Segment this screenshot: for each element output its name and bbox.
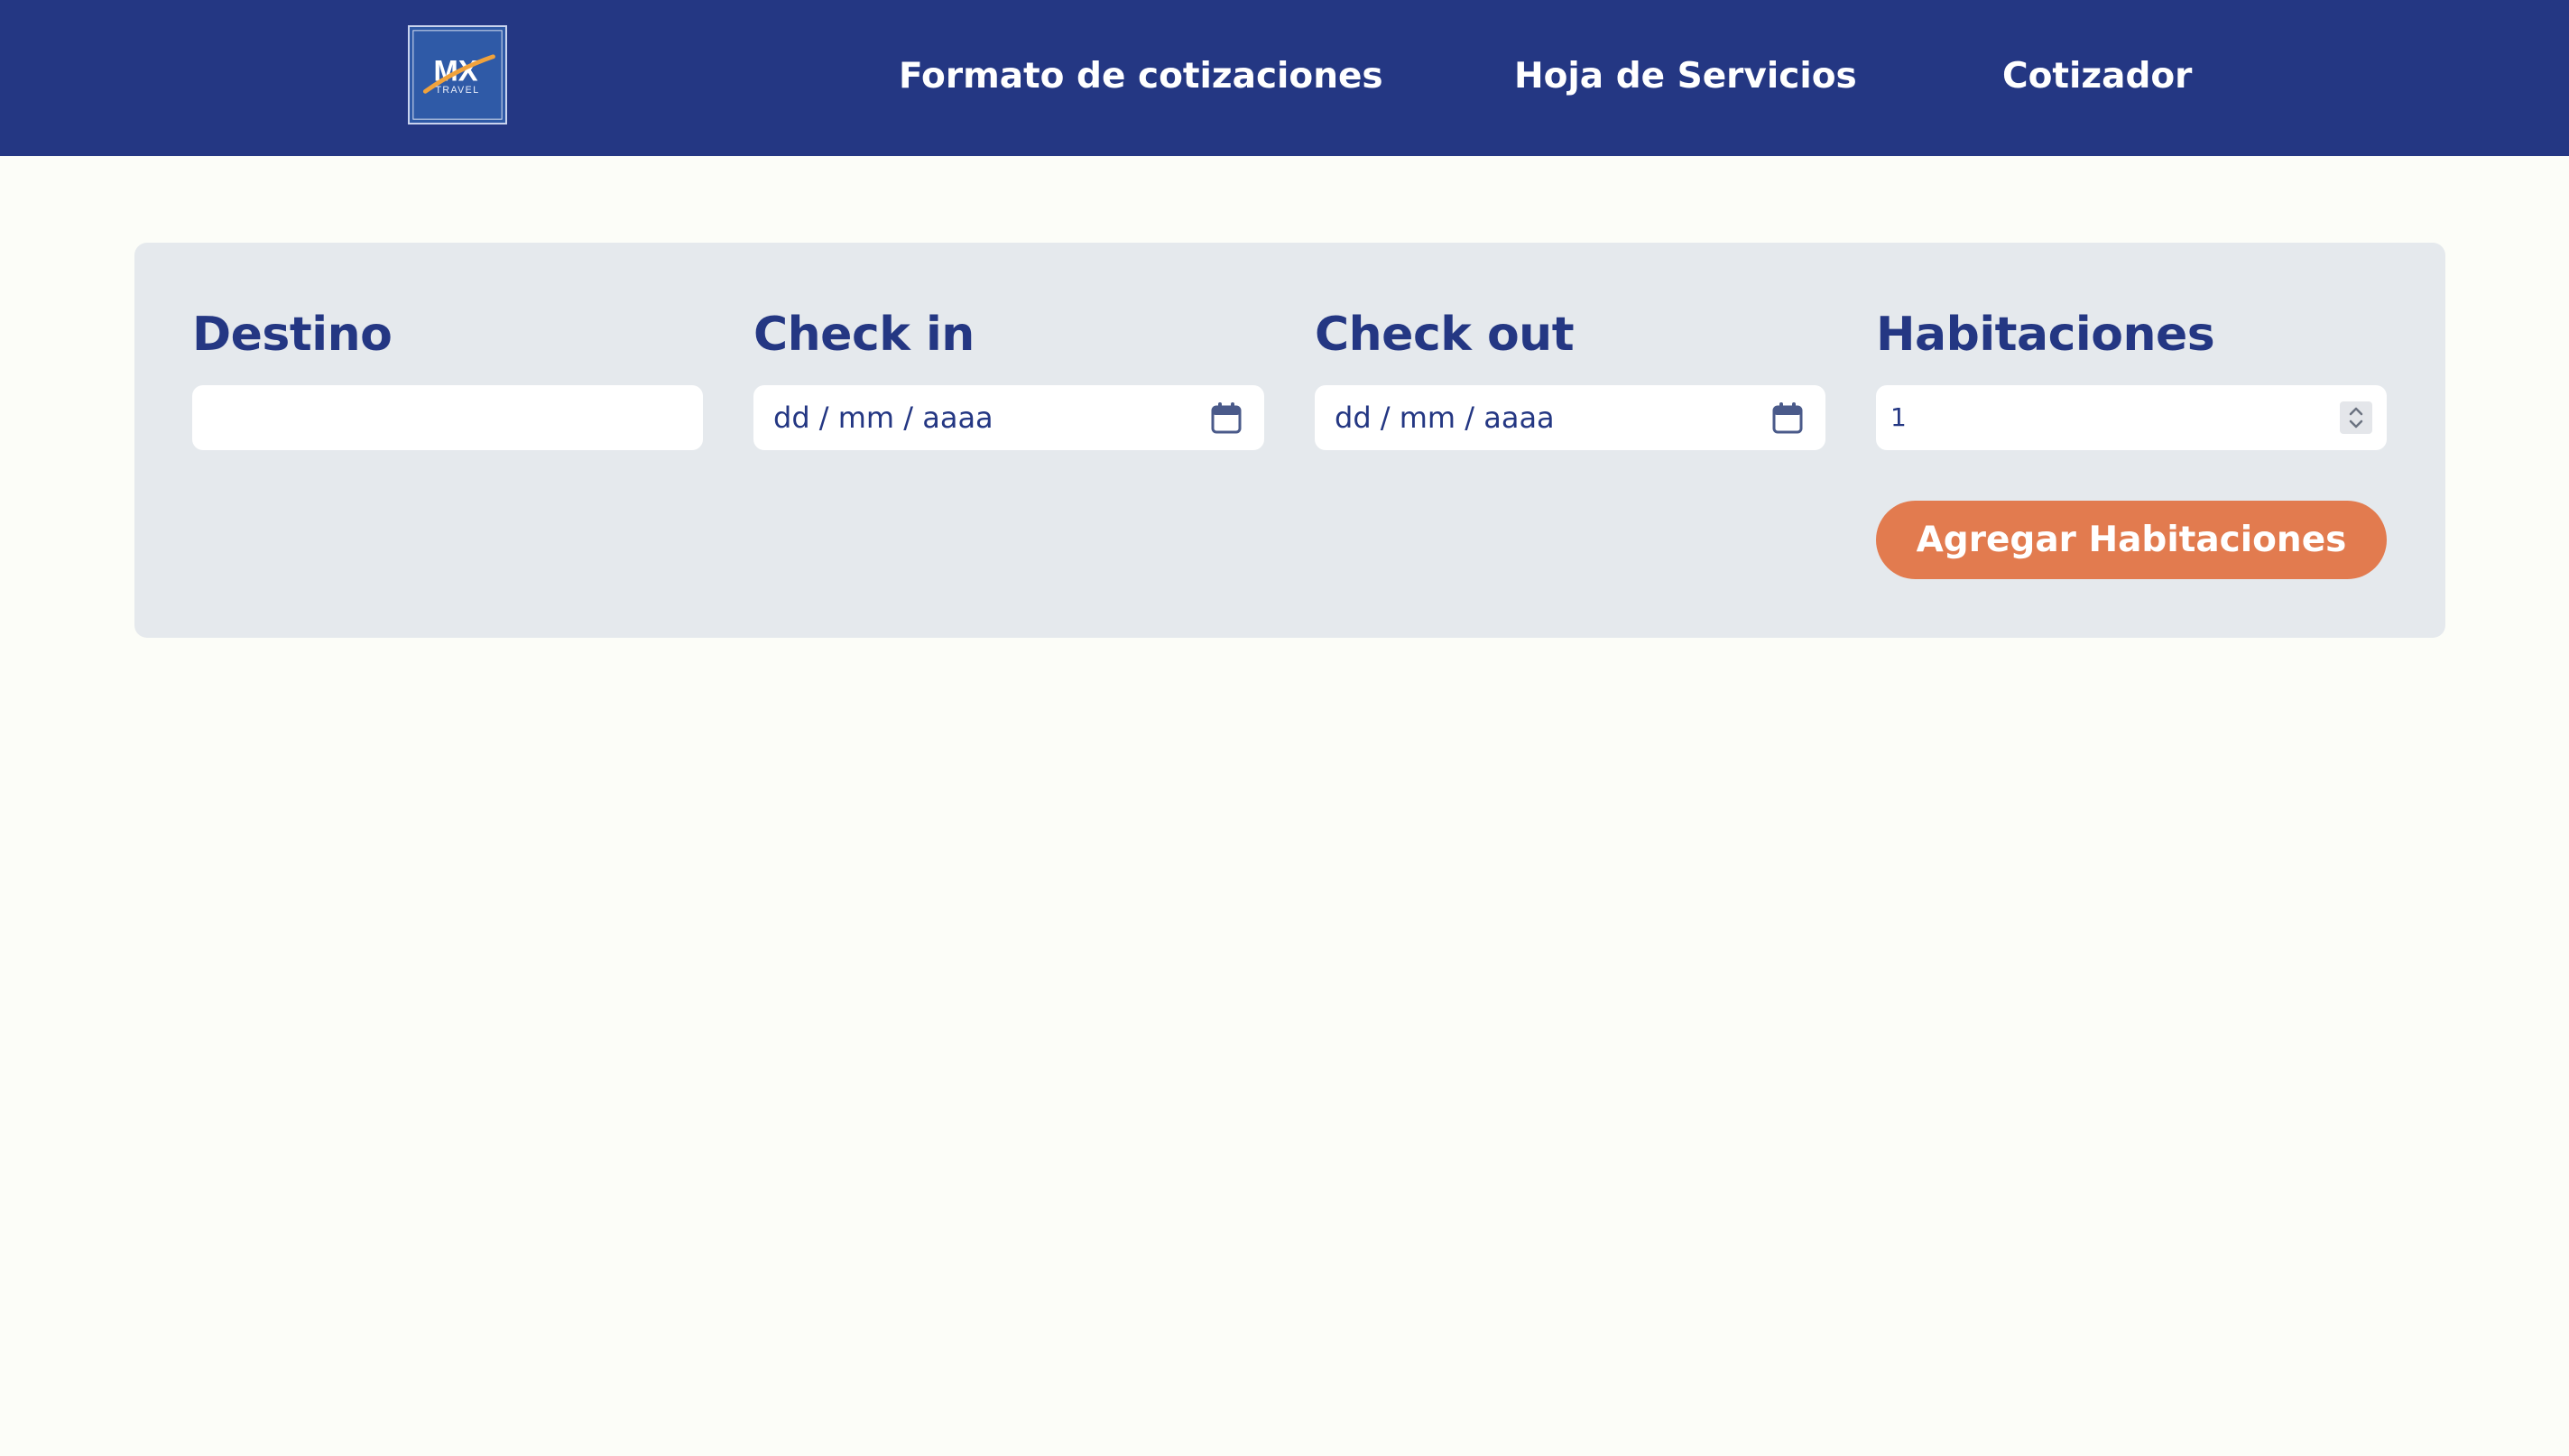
check-in-date-input[interactable]: dd / mm / aaaa (753, 385, 1264, 450)
check-out-date-input[interactable]: dd / mm / aaaa (1315, 385, 1825, 450)
calendar-icon[interactable] (1771, 401, 1804, 435)
check-out-label: Check out (1315, 308, 1575, 362)
destino-label: Destino (192, 308, 393, 362)
habitaciones-label: Habitaciones (1876, 308, 2215, 362)
check-out-placeholder: dd / mm / aaaa (1335, 401, 1555, 435)
habitaciones-value: 1 (1890, 402, 1907, 432)
nav-link-hoja-de-servicios[interactable]: Hoja de Servicios (1514, 52, 1857, 101)
check-in-label: Check in (753, 308, 975, 362)
logo-graphic: MX TRAVEL (412, 30, 503, 120)
number-stepper[interactable] (2340, 401, 2372, 434)
habitaciones-number-input[interactable]: 1 (1876, 385, 2387, 450)
destino-input[interactable] (192, 385, 703, 450)
calendar-icon[interactable] (1210, 401, 1243, 435)
top-navbar: MX TRAVEL Formato de cotizaciones Hoja d… (0, 0, 2569, 156)
nav-link-formato-de-cotizaciones[interactable]: Formato de cotizaciones (899, 52, 1383, 101)
logo-sub-text: TRAVEL (435, 85, 479, 96)
check-in-placeholder: dd / mm / aaaa (773, 401, 993, 435)
stepper-arrows-icon[interactable] (2340, 401, 2372, 434)
nav-link-cotizador[interactable]: Cotizador (2002, 52, 2192, 101)
mx-travel-logo[interactable]: MX TRAVEL (408, 25, 507, 124)
agregar-habitaciones-button[interactable]: Agregar Habitaciones (1876, 501, 2387, 579)
